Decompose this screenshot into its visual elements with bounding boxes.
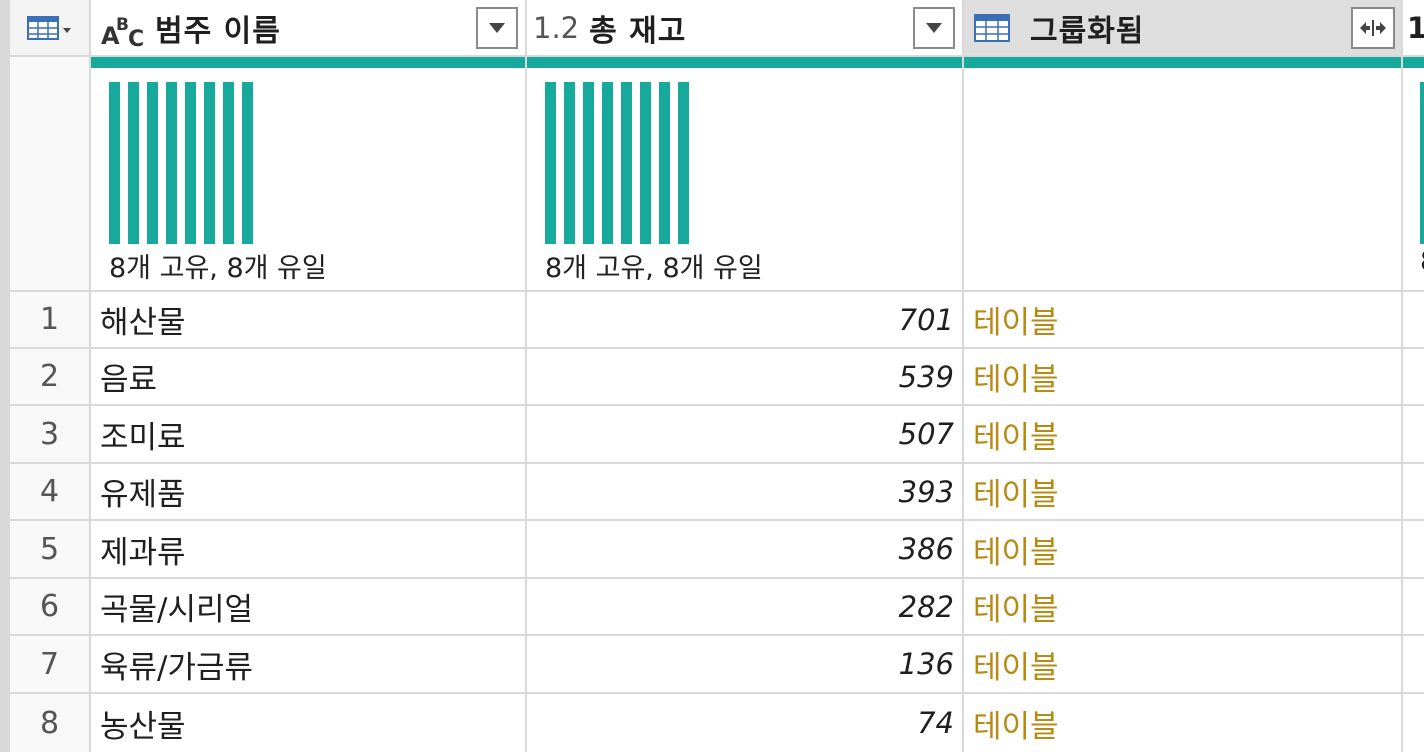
table-cell-stock[interactable]: 74: [527, 694, 962, 752]
distribution-bar: [128, 82, 139, 244]
table-cell-partial[interactable]: [1403, 636, 1424, 692]
table-cell-stock[interactable]: 507: [527, 406, 962, 462]
distribution-bar: [166, 82, 177, 244]
table-cell-grouped-link[interactable]: 테이블: [964, 292, 1401, 347]
column-title: 1: [1407, 10, 1424, 45]
table-cell-partial[interactable]: [1403, 521, 1424, 577]
row-number[interactable]: 1: [10, 292, 89, 347]
table-cell-category[interactable]: 해산물: [91, 292, 525, 347]
table-cell-stock[interactable]: 393: [527, 464, 962, 519]
column-distribution-stock: 8개 고유, 8개 유일: [527, 68, 962, 290]
table-cell-grouped-link[interactable]: 테이블: [964, 521, 1401, 577]
row-number[interactable]: 4: [10, 464, 89, 519]
column-distribution-category: 8개 고유, 8개 유일: [91, 68, 525, 290]
table-cell-category[interactable]: 조미료: [91, 406, 525, 462]
distribution-bar: [109, 82, 120, 244]
table-cell-partial[interactable]: [1403, 579, 1424, 634]
column-header-grouped[interactable]: 그룹화됨: [964, 0, 1401, 55]
distribution-bar: [1420, 82, 1424, 244]
table-cell-grouped-link[interactable]: 테이블: [964, 636, 1401, 692]
row-number[interactable]: 3: [10, 406, 89, 462]
table-options-button[interactable]: [10, 0, 89, 55]
column-header-partial[interactable]: 1: [1403, 0, 1424, 55]
data-grid: A B C 범주 이름 1.2 총 재고 그룹화됨 1 8개 고유, 8개 유일…: [0, 0, 1424, 752]
filter-dropdown-button[interactable]: [476, 7, 518, 49]
filter-dropdown-button[interactable]: [913, 7, 955, 49]
column-quality-bar: [91, 57, 525, 68]
table-cell-stock[interactable]: 539: [527, 349, 962, 404]
distribution-bar: [678, 82, 689, 244]
table-cell-category[interactable]: 제과류: [91, 521, 525, 577]
svg-text:C: C: [128, 27, 144, 48]
distribution-bar: [583, 82, 594, 244]
row-number[interactable]: 5: [10, 521, 89, 577]
table-cell-stock[interactable]: 282: [527, 579, 962, 634]
table-cell-grouped-link[interactable]: 테이블: [964, 579, 1401, 634]
column-title: 그룹화됨: [1030, 13, 1145, 49]
distribution-bar: [621, 82, 632, 244]
column-header-category[interactable]: A B C 범주 이름: [91, 0, 525, 55]
column-quality-bar: [1403, 57, 1424, 68]
column-title: 총 재고: [589, 13, 687, 49]
column-distribution-grouped: [964, 68, 1401, 290]
column-quality-bar: [527, 57, 962, 68]
table-cell-category[interactable]: 유제품: [91, 464, 525, 519]
table-cell-stock[interactable]: 136: [527, 636, 962, 692]
distribution-bar: [545, 82, 556, 244]
distribution-bar: [242, 82, 253, 244]
distribution-bar: [147, 82, 158, 244]
table-cell-category[interactable]: 곡물/시리얼: [91, 579, 525, 634]
table-cell-grouped-link[interactable]: 테이블: [964, 694, 1401, 752]
table-cell-grouped-link[interactable]: 테이블: [964, 464, 1401, 519]
distribution-bar: [204, 82, 215, 244]
distribution-bar: [659, 82, 670, 244]
chevron-down-icon: [926, 23, 942, 33]
table-type-icon: [974, 13, 1010, 43]
distribution-bar: [640, 82, 651, 244]
table-cell-category[interactable]: 농산물: [91, 694, 525, 752]
expand-column-button[interactable]: [1351, 7, 1395, 49]
column-title: 범주 이름: [155, 13, 281, 49]
row-number[interactable]: 6: [10, 579, 89, 634]
table-cell-partial[interactable]: [1403, 349, 1424, 404]
distribution-bar: [602, 82, 613, 244]
column-distribution-partial: 8: [1403, 68, 1424, 290]
table-icon: [26, 15, 71, 40]
row-number[interactable]: 8: [10, 694, 89, 752]
distinct-count-label: 8개 고유, 8개 유일: [545, 253, 763, 284]
distinct-count-label: 8: [1420, 246, 1424, 277]
table-cell-partial[interactable]: [1403, 292, 1424, 347]
distribution-bar: [185, 82, 196, 244]
distribution-bar: [564, 82, 575, 244]
column-header-stock[interactable]: 1.2 총 재고: [527, 0, 962, 55]
table-cell-partial[interactable]: [1403, 406, 1424, 462]
table-cell-grouped-link[interactable]: 테이블: [964, 406, 1401, 462]
expand-arrows-icon: [1360, 20, 1386, 36]
text-type-icon: A B C: [99, 8, 145, 48]
chevron-down-icon: [489, 23, 505, 33]
row-number[interactable]: 2: [10, 349, 89, 404]
distinct-count-label: 8개 고유, 8개 유일: [109, 253, 327, 284]
table-cell-partial[interactable]: [1403, 694, 1424, 752]
decimal-type-icon: 1.2: [533, 10, 580, 45]
column-quality-bar: [964, 57, 1401, 68]
row-number[interactable]: 7: [10, 636, 89, 692]
profile-row-header: [10, 57, 89, 290]
table-cell-category[interactable]: 육류/가금류: [91, 636, 525, 692]
table-cell-stock[interactable]: 386: [527, 521, 962, 577]
distribution-bar: [223, 82, 234, 244]
table-cell-category[interactable]: 음료: [91, 349, 525, 404]
table-cell-stock[interactable]: 701: [527, 292, 962, 347]
table-cell-partial[interactable]: [1403, 464, 1424, 519]
table-cell-grouped-link[interactable]: 테이블: [964, 349, 1401, 404]
